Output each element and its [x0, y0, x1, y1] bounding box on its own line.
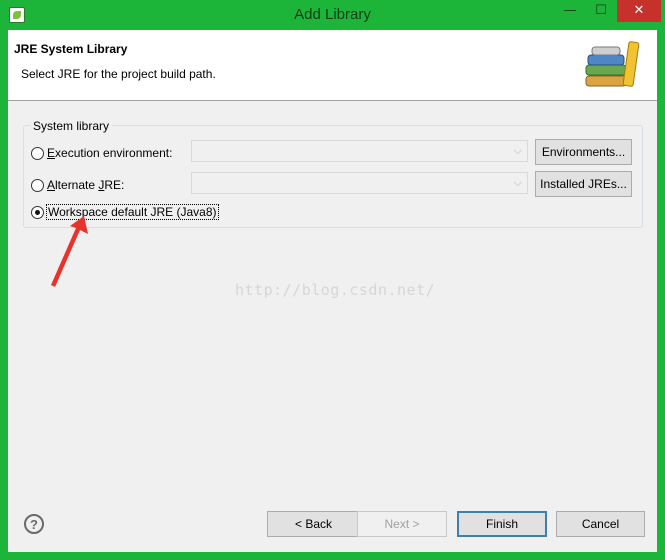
dialog-window: Add Library — ☐ ✕ JRE System Library Sel…	[0, 0, 665, 560]
annotation-arrow-icon	[51, 216, 88, 287]
